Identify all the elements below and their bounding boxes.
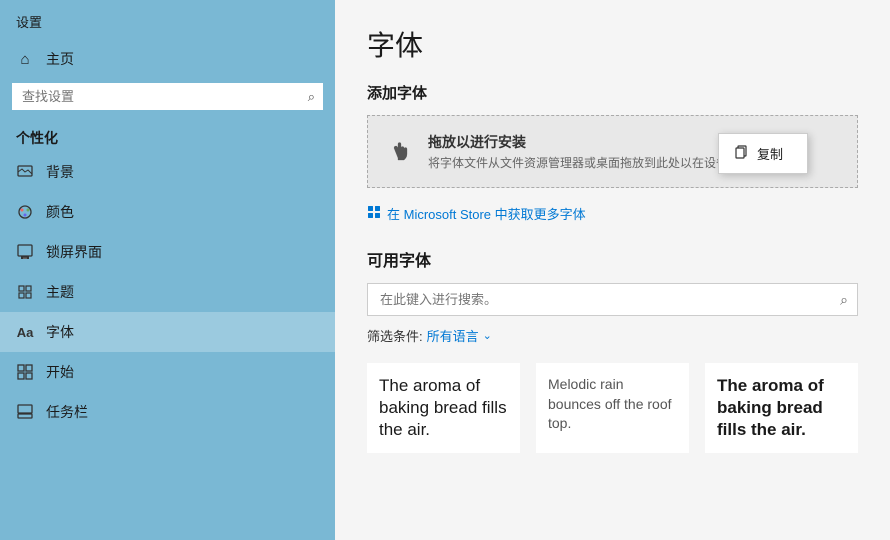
- context-menu: 复制: [718, 133, 808, 174]
- chevron-down-icon[interactable]: ⌄: [483, 329, 492, 342]
- sidebar-item-label: 任务栏: [46, 402, 88, 422]
- font-preview-card-1[interactable]: The aroma of baking bread fills the air.: [367, 363, 520, 453]
- taskbar-icon: [16, 403, 34, 421]
- sidebar-item-color[interactable]: 颜色: [0, 192, 335, 232]
- font-preview-card-2[interactable]: Melodic rain bounces off the roof top.: [536, 363, 689, 453]
- filter-label: 筛选条件:: [367, 326, 423, 345]
- theme-icon: [16, 283, 34, 301]
- search-wrapper: ⌕: [12, 83, 323, 110]
- sidebar-item-home[interactable]: ⌂ 主页: [0, 39, 335, 79]
- sidebar-search-input[interactable]: [12, 83, 323, 110]
- font-preview-text-3: The aroma of baking bread fills the air.: [717, 375, 846, 441]
- copy-icon: [735, 145, 749, 162]
- font-search-container: ⌕: [367, 283, 858, 316]
- home-icon: ⌂: [16, 50, 34, 68]
- lockscreen-icon: [16, 243, 34, 261]
- font-preview-grid: The aroma of baking bread fills the air.…: [367, 363, 858, 453]
- filter-row: 筛选条件: 所有语言 ⌄: [367, 326, 858, 345]
- sidebar-item-label: 颜色: [46, 202, 74, 222]
- font-icon: Aa: [16, 323, 34, 341]
- sidebar-item-start[interactable]: 开始: [0, 352, 335, 392]
- context-menu-copy[interactable]: 复制: [719, 138, 807, 169]
- context-menu-copy-label: 复制: [757, 144, 783, 163]
- available-fonts-title: 可用字体: [367, 247, 858, 271]
- sidebar-title: 设置: [0, 0, 335, 39]
- sidebar-item-taskbar[interactable]: 任务栏: [0, 392, 335, 432]
- sidebar-item-font[interactable]: Aa 字体: [0, 312, 335, 352]
- start-icon: [16, 363, 34, 381]
- font-preview-text-1: The aroma of baking bread fills the air.: [379, 375, 508, 441]
- sidebar-section-label: 个性化: [0, 120, 335, 152]
- sidebar-item-background[interactable]: 背景: [0, 152, 335, 192]
- sidebar-item-label: 字体: [46, 322, 74, 342]
- font-preview-text-2: Melodic rain bounces off the roof top.: [548, 375, 677, 434]
- page-title: 字体: [367, 24, 858, 64]
- sidebar-item-label: 开始: [46, 362, 74, 382]
- sidebar-item-lockscreen[interactable]: 锁屏界面: [0, 232, 335, 272]
- drop-zone-wrapper: 拖放以进行安装 将字体文件从文件资源管理器或桌面拖放到此处以在设备上安装字体。 …: [367, 115, 858, 188]
- add-font-section-title: 添加字体: [367, 82, 858, 103]
- store-link[interactable]: 在 Microsoft Store 中获取更多字体: [367, 204, 858, 223]
- font-search-input[interactable]: [367, 283, 858, 316]
- color-icon: [16, 203, 34, 221]
- background-icon: [16, 163, 34, 181]
- store-icon: [367, 205, 381, 222]
- font-search-icon: ⌕: [840, 291, 848, 308]
- sidebar-item-label: 主页: [46, 49, 74, 69]
- main-content: 字体 添加字体 拖放以进行安装 将字体文件从文件资源管理器或桌面拖放到此处以在设…: [335, 0, 890, 540]
- font-preview-card-3[interactable]: The aroma of baking bread fills the air.: [705, 363, 858, 453]
- sidebar-item-label: 背景: [46, 162, 74, 182]
- sidebar-item-theme[interactable]: 主题: [0, 272, 335, 312]
- filter-value[interactable]: 所有语言: [427, 326, 479, 345]
- sidebar-search-container: ⌕: [0, 79, 335, 120]
- sidebar: 设置 ⌂ 主页 ⌕ 个性化 背景 颜色 锁屏界面 主题: [0, 0, 335, 540]
- drag-drop-icon: [388, 138, 416, 166]
- sidebar-item-label: 主题: [46, 282, 74, 302]
- sidebar-item-label: 锁屏界面: [46, 242, 102, 262]
- store-link-text: 在 Microsoft Store 中获取更多字体: [387, 204, 586, 223]
